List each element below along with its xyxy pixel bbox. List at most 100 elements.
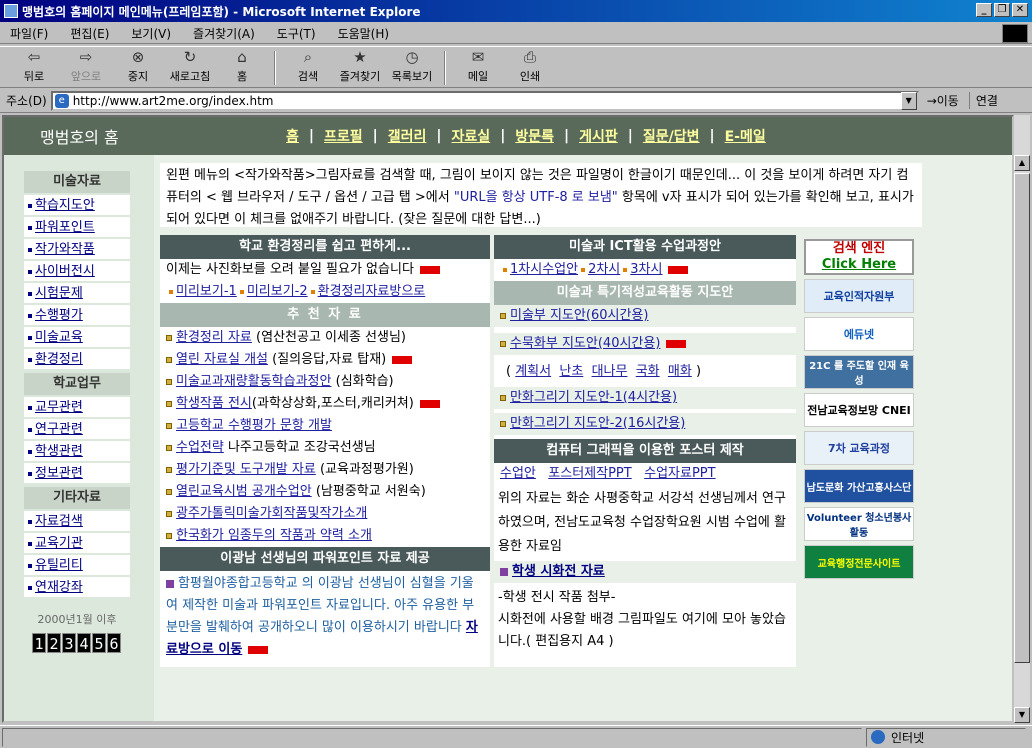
address-dropdown-icon[interactable]: ▼ bbox=[900, 91, 917, 110]
rec-link[interactable]: 한국화가 임종두의 작품과 약력 소개 bbox=[176, 528, 372, 543]
rec-link[interactable]: 환경정리 자료 bbox=[176, 330, 252, 345]
sidebar-item[interactable]: 환경정리 bbox=[24, 349, 130, 371]
vertical-scrollbar[interactable]: ▲ ▼ bbox=[1014, 115, 1030, 723]
history-button[interactable]: ◷ 목록보기 bbox=[386, 47, 438, 87]
nav-email[interactable]: E-메일 bbox=[725, 126, 766, 146]
nav-gallery[interactable]: 갤러리 bbox=[388, 126, 427, 146]
nav-library[interactable]: 자료실 bbox=[452, 126, 491, 146]
cartoon-plan-2-link[interactable]: 만화그리기 지도안-2(16시간용) bbox=[510, 416, 685, 431]
search-button[interactable]: ⌕ 검색 bbox=[282, 47, 334, 87]
click-here-link[interactable]: Click Here bbox=[822, 257, 896, 273]
forward-button[interactable]: ⇨ 앞으로 bbox=[60, 47, 112, 87]
refresh-button[interactable]: ↻ 새로고침 bbox=[164, 47, 216, 87]
art-club-plan-link[interactable]: 미술부 지도안(60시간용) bbox=[510, 308, 648, 323]
sidebar-item-label[interactable]: 미술교육 bbox=[35, 330, 83, 345]
search-engine-banner[interactable]: 검색 엔진 Click Here bbox=[804, 239, 914, 275]
admin-banner[interactable]: 교육행정전문사이트 bbox=[804, 545, 914, 579]
exhibition-link[interactable]: 학생 시화전 자료 bbox=[512, 564, 605, 579]
edunet-banner[interactable]: 에듀넷 bbox=[804, 317, 914, 351]
sidebar-item-label[interactable]: 파워포인트 bbox=[35, 220, 95, 235]
sidebar-item-label[interactable]: 교무관련 bbox=[35, 400, 83, 415]
nav-board[interactable]: 게시판 bbox=[579, 126, 618, 146]
rec-link[interactable]: 광주가톨릭미술가회작품및작가소개 bbox=[176, 506, 367, 521]
sidebar-item-label[interactable]: 교육기관 bbox=[35, 536, 83, 551]
links-button[interactable]: 연결 bbox=[968, 92, 998, 109]
sidebar-item-label[interactable]: 학생관련 bbox=[35, 444, 83, 459]
sidebar-item[interactable]: 사이버전시 bbox=[24, 261, 130, 283]
sidebar-item-label[interactable]: 자료검색 bbox=[35, 514, 83, 529]
rec-link[interactable]: 수업전략 bbox=[176, 440, 224, 455]
go-button[interactable]: →이동 bbox=[927, 92, 959, 109]
sidebar-item-label[interactable]: 수행평가 bbox=[35, 308, 83, 323]
scroll-up-icon[interactable]: ▲ bbox=[1014, 155, 1030, 171]
sidebar-item[interactable]: 작가와작품 bbox=[24, 239, 130, 261]
cartoon-plan-1-link[interactable]: 만화그리기 지도안-1(4시간용) bbox=[510, 390, 677, 405]
ict-lesson-3-link[interactable]: 3차시 bbox=[630, 262, 662, 277]
menu-file[interactable]: 파일(F) bbox=[0, 25, 60, 42]
favorites-button[interactable]: ★ 즐겨찾기 bbox=[334, 47, 386, 87]
sidebar-item[interactable]: 연재강좌 bbox=[24, 577, 130, 599]
sidebar-item-label[interactable]: 사이버전시 bbox=[35, 264, 95, 279]
sidebar-item[interactable]: 파워포인트 bbox=[24, 217, 130, 239]
address-input[interactable]: e http://www.art2me.org/index.htm ▼ bbox=[50, 90, 919, 111]
moe-banner[interactable]: 교육인적자원부 bbox=[804, 279, 914, 313]
home-button[interactable]: ⌂ 홈 bbox=[216, 47, 268, 87]
scroll-thumb[interactable] bbox=[1014, 173, 1030, 663]
sidebar-item[interactable]: 정보관련 bbox=[24, 463, 130, 485]
scroll-down-icon[interactable]: ▼ bbox=[1014, 707, 1030, 723]
sidebar-item[interactable]: 학습지도안 bbox=[24, 195, 130, 217]
sidebar-item-label[interactable]: 환경정리 bbox=[35, 352, 83, 367]
nav-qna[interactable]: 질문/답변 bbox=[643, 126, 700, 146]
sidebar-item-label[interactable]: 연구관련 bbox=[35, 422, 83, 437]
stop-button[interactable]: ⊗ 중지 bbox=[112, 47, 164, 87]
talent-banner[interactable]: 21C 를 주도할 인재 육성 bbox=[804, 355, 914, 389]
rec-link[interactable]: 평가기준및 도구개발 자료 bbox=[176, 462, 316, 477]
rec-link[interactable]: 고등학교 수행평가 문항 개발 bbox=[176, 418, 332, 433]
preview-2-link[interactable]: 미리보기-2 bbox=[247, 284, 308, 299]
sidebar-item[interactable]: 교무관련 bbox=[24, 397, 130, 419]
bamboo-link[interactable]: 대나무 bbox=[592, 364, 628, 379]
ink-painting-plan-link[interactable]: 수묵화부 지도안(40시간용) bbox=[510, 336, 660, 351]
env-library-link[interactable]: 환경정리자료방으로 bbox=[318, 284, 426, 299]
ict-lesson-2-link[interactable]: 2차시 bbox=[588, 262, 620, 277]
sidebar-item[interactable]: 시험문제 bbox=[24, 283, 130, 305]
menu-edit[interactable]: 편집(E) bbox=[60, 25, 121, 42]
sidebar-item[interactable]: 교육기관 bbox=[24, 533, 130, 555]
plan-link[interactable]: 계획서 bbox=[515, 364, 551, 379]
menu-tools[interactable]: 도구(T) bbox=[267, 25, 328, 42]
curriculum-banner[interactable]: 7차 교육과정 bbox=[804, 431, 914, 465]
sidebar-item[interactable]: 학생관련 bbox=[24, 441, 130, 463]
rec-link[interactable]: 학생작품 전시 bbox=[176, 396, 252, 411]
poster-ppt-link[interactable]: 포스터제작PPT bbox=[548, 466, 631, 481]
print-button[interactable]: ⎙ 인쇄 bbox=[504, 47, 556, 87]
chrysanthemum-link[interactable]: 국화 bbox=[636, 364, 660, 379]
rec-link[interactable]: 열린 자료실 개설 bbox=[176, 352, 268, 367]
back-button[interactable]: ⇦ 뒤로 bbox=[8, 47, 60, 87]
lesson-ppt-link[interactable]: 수업자료PPT bbox=[644, 466, 715, 481]
menu-help[interactable]: 도움말(H) bbox=[328, 25, 402, 42]
nav-home[interactable]: 홈 bbox=[286, 126, 299, 146]
lesson-plan-link[interactable]: 수업안 bbox=[500, 466, 536, 481]
nav-guestbook[interactable]: 방문록 bbox=[515, 126, 554, 146]
cnei-banner[interactable]: 전남교육정보망 CNEI bbox=[804, 393, 914, 427]
sidebar-item-label[interactable]: 학습지도안 bbox=[35, 198, 95, 213]
sidebar-item[interactable]: 미술교육 bbox=[24, 327, 130, 349]
menu-view[interactable]: 보기(V) bbox=[121, 25, 183, 42]
sidebar-item[interactable]: 연구관련 bbox=[24, 419, 130, 441]
restore-button[interactable]: ❐ bbox=[994, 3, 1010, 17]
rec-link[interactable]: 미술교과재량활동학습과정안 bbox=[176, 374, 331, 389]
ict-lesson-1-link[interactable]: 1차시수업안 bbox=[510, 262, 578, 277]
plum-link[interactable]: 매화 bbox=[668, 364, 692, 379]
mail-button[interactable]: ✉ 메일 bbox=[452, 47, 504, 87]
preview-1-link[interactable]: 미리보기-1 bbox=[176, 284, 237, 299]
sidebar-item-label[interactable]: 시험문제 bbox=[35, 286, 83, 301]
nav-profile[interactable]: 프로필 bbox=[324, 126, 363, 146]
volunteer-banner[interactable]: Volunteer 청소년봉사활동 bbox=[804, 507, 914, 541]
sidebar-item-label[interactable]: 작가와작품 bbox=[35, 242, 95, 257]
orchid-link[interactable]: 난초 bbox=[559, 364, 583, 379]
sidebar-item-label[interactable]: 유틸리티 bbox=[35, 558, 83, 573]
sidebar-item[interactable]: 유틸리티 bbox=[24, 555, 130, 577]
minimize-button[interactable]: _ bbox=[976, 3, 992, 17]
sidebar-item[interactable]: 자료검색 bbox=[24, 511, 130, 533]
rec-link[interactable]: 열린교육시범 공개수업안 bbox=[176, 484, 312, 499]
